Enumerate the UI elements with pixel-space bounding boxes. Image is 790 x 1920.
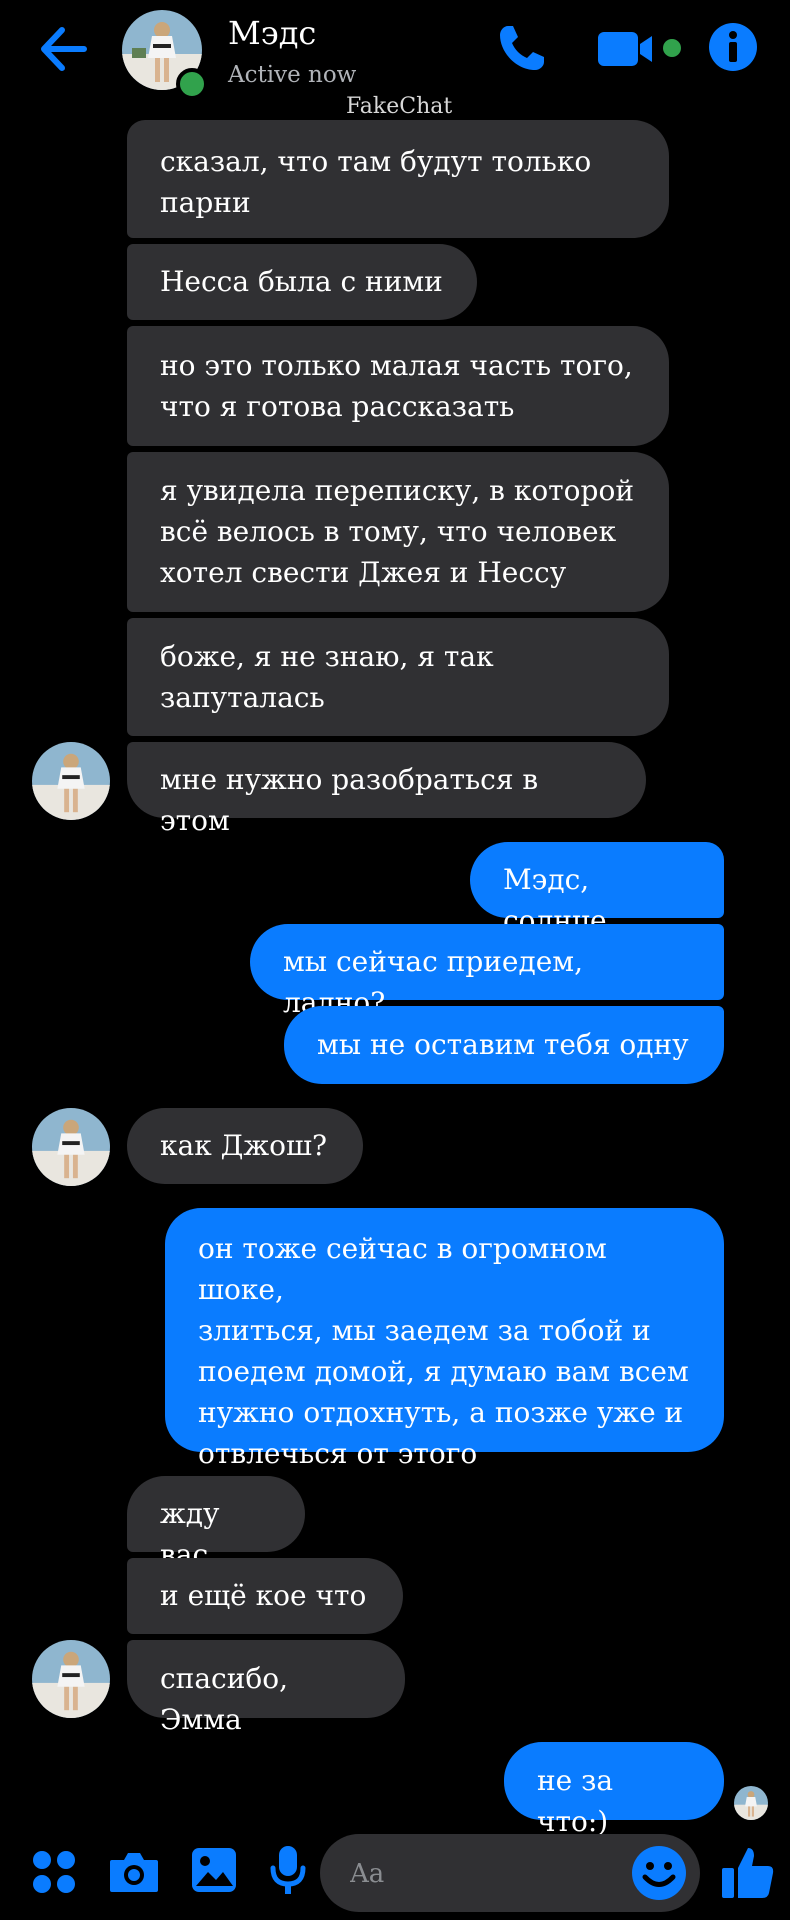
voice-button[interactable] <box>270 1844 306 1902</box>
apps-button[interactable] <box>32 1850 76 1898</box>
phone-icon <box>500 26 544 70</box>
message-bubble-outgoing[interactable]: он тоже сейчас в огромном шоке, злиться,… <box>165 1208 724 1470</box>
grid-dots-icon <box>33 1851 75 1893</box>
like-button[interactable] <box>720 1844 776 1904</box>
image-icon <box>192 1848 236 1892</box>
watermark: FakeChat <box>346 94 453 119</box>
message-bubble-outgoing[interactable]: мы не оставим тебя одну <box>284 1006 724 1084</box>
message-bubble-outgoing[interactable]: Мэдс, солнце <box>470 842 724 937</box>
active-status: Active now <box>228 62 357 88</box>
sender-avatar[interactable] <box>32 742 110 820</box>
online-indicator <box>176 68 208 100</box>
arrow-left-icon <box>41 27 87 71</box>
seen-avatar <box>734 1786 768 1820</box>
message-bubble-incoming[interactable]: жду вас <box>127 1476 305 1571</box>
message-bubble-incoming[interactable]: боже, я не знаю, я так запуталась <box>127 618 669 736</box>
back-button[interactable] <box>38 24 98 76</box>
message-bubble-incoming[interactable]: как Джош? <box>127 1108 363 1184</box>
message-bubble-incoming[interactable]: Несса была с ними <box>127 244 477 320</box>
microphone-icon <box>270 1846 306 1894</box>
video-camera-icon <box>598 32 681 66</box>
gallery-button[interactable] <box>190 1846 238 1898</box>
video-call-button[interactable] <box>596 26 686 76</box>
message-bubble-incoming[interactable]: сказал, что там будут только парни <box>127 120 669 238</box>
message-bubble-incoming[interactable]: спасибо, Эмма <box>127 1640 405 1736</box>
thumbs-up-icon <box>722 1848 774 1898</box>
message-bubble-incoming[interactable]: и ещё кое что <box>127 1558 403 1634</box>
message-bubble-incoming[interactable]: я увидела переписку, в которой всё велос… <box>127 452 669 612</box>
message-bubble-outgoing[interactable]: не за что:) <box>504 1742 724 1838</box>
info-icon <box>709 23 757 71</box>
emoji-button[interactable] <box>630 1844 688 1906</box>
message-bubble-incoming[interactable]: но это только малая часть того, что я го… <box>127 326 669 446</box>
message-bubble-outgoing[interactable]: мы сейчас приедем, ладно? <box>250 924 724 1019</box>
sender-avatar[interactable] <box>32 1108 110 1186</box>
chat-header: Мэдс Active now FakeChat <box>0 0 790 120</box>
message-input[interactable] <box>348 1834 612 1914</box>
message-bubble-incoming[interactable]: мне нужно разобраться в этом <box>127 742 646 837</box>
contact-name[interactable]: Мэдс <box>228 14 316 52</box>
camera-icon <box>110 1853 158 1892</box>
smiley-icon <box>632 1846 686 1900</box>
composer-bar <box>0 1820 790 1920</box>
info-button[interactable] <box>708 22 758 76</box>
call-button[interactable] <box>494 20 550 80</box>
message-input-wrapper[interactable] <box>320 1834 700 1914</box>
sender-avatar[interactable] <box>32 1640 110 1718</box>
camera-button[interactable] <box>108 1848 160 1898</box>
